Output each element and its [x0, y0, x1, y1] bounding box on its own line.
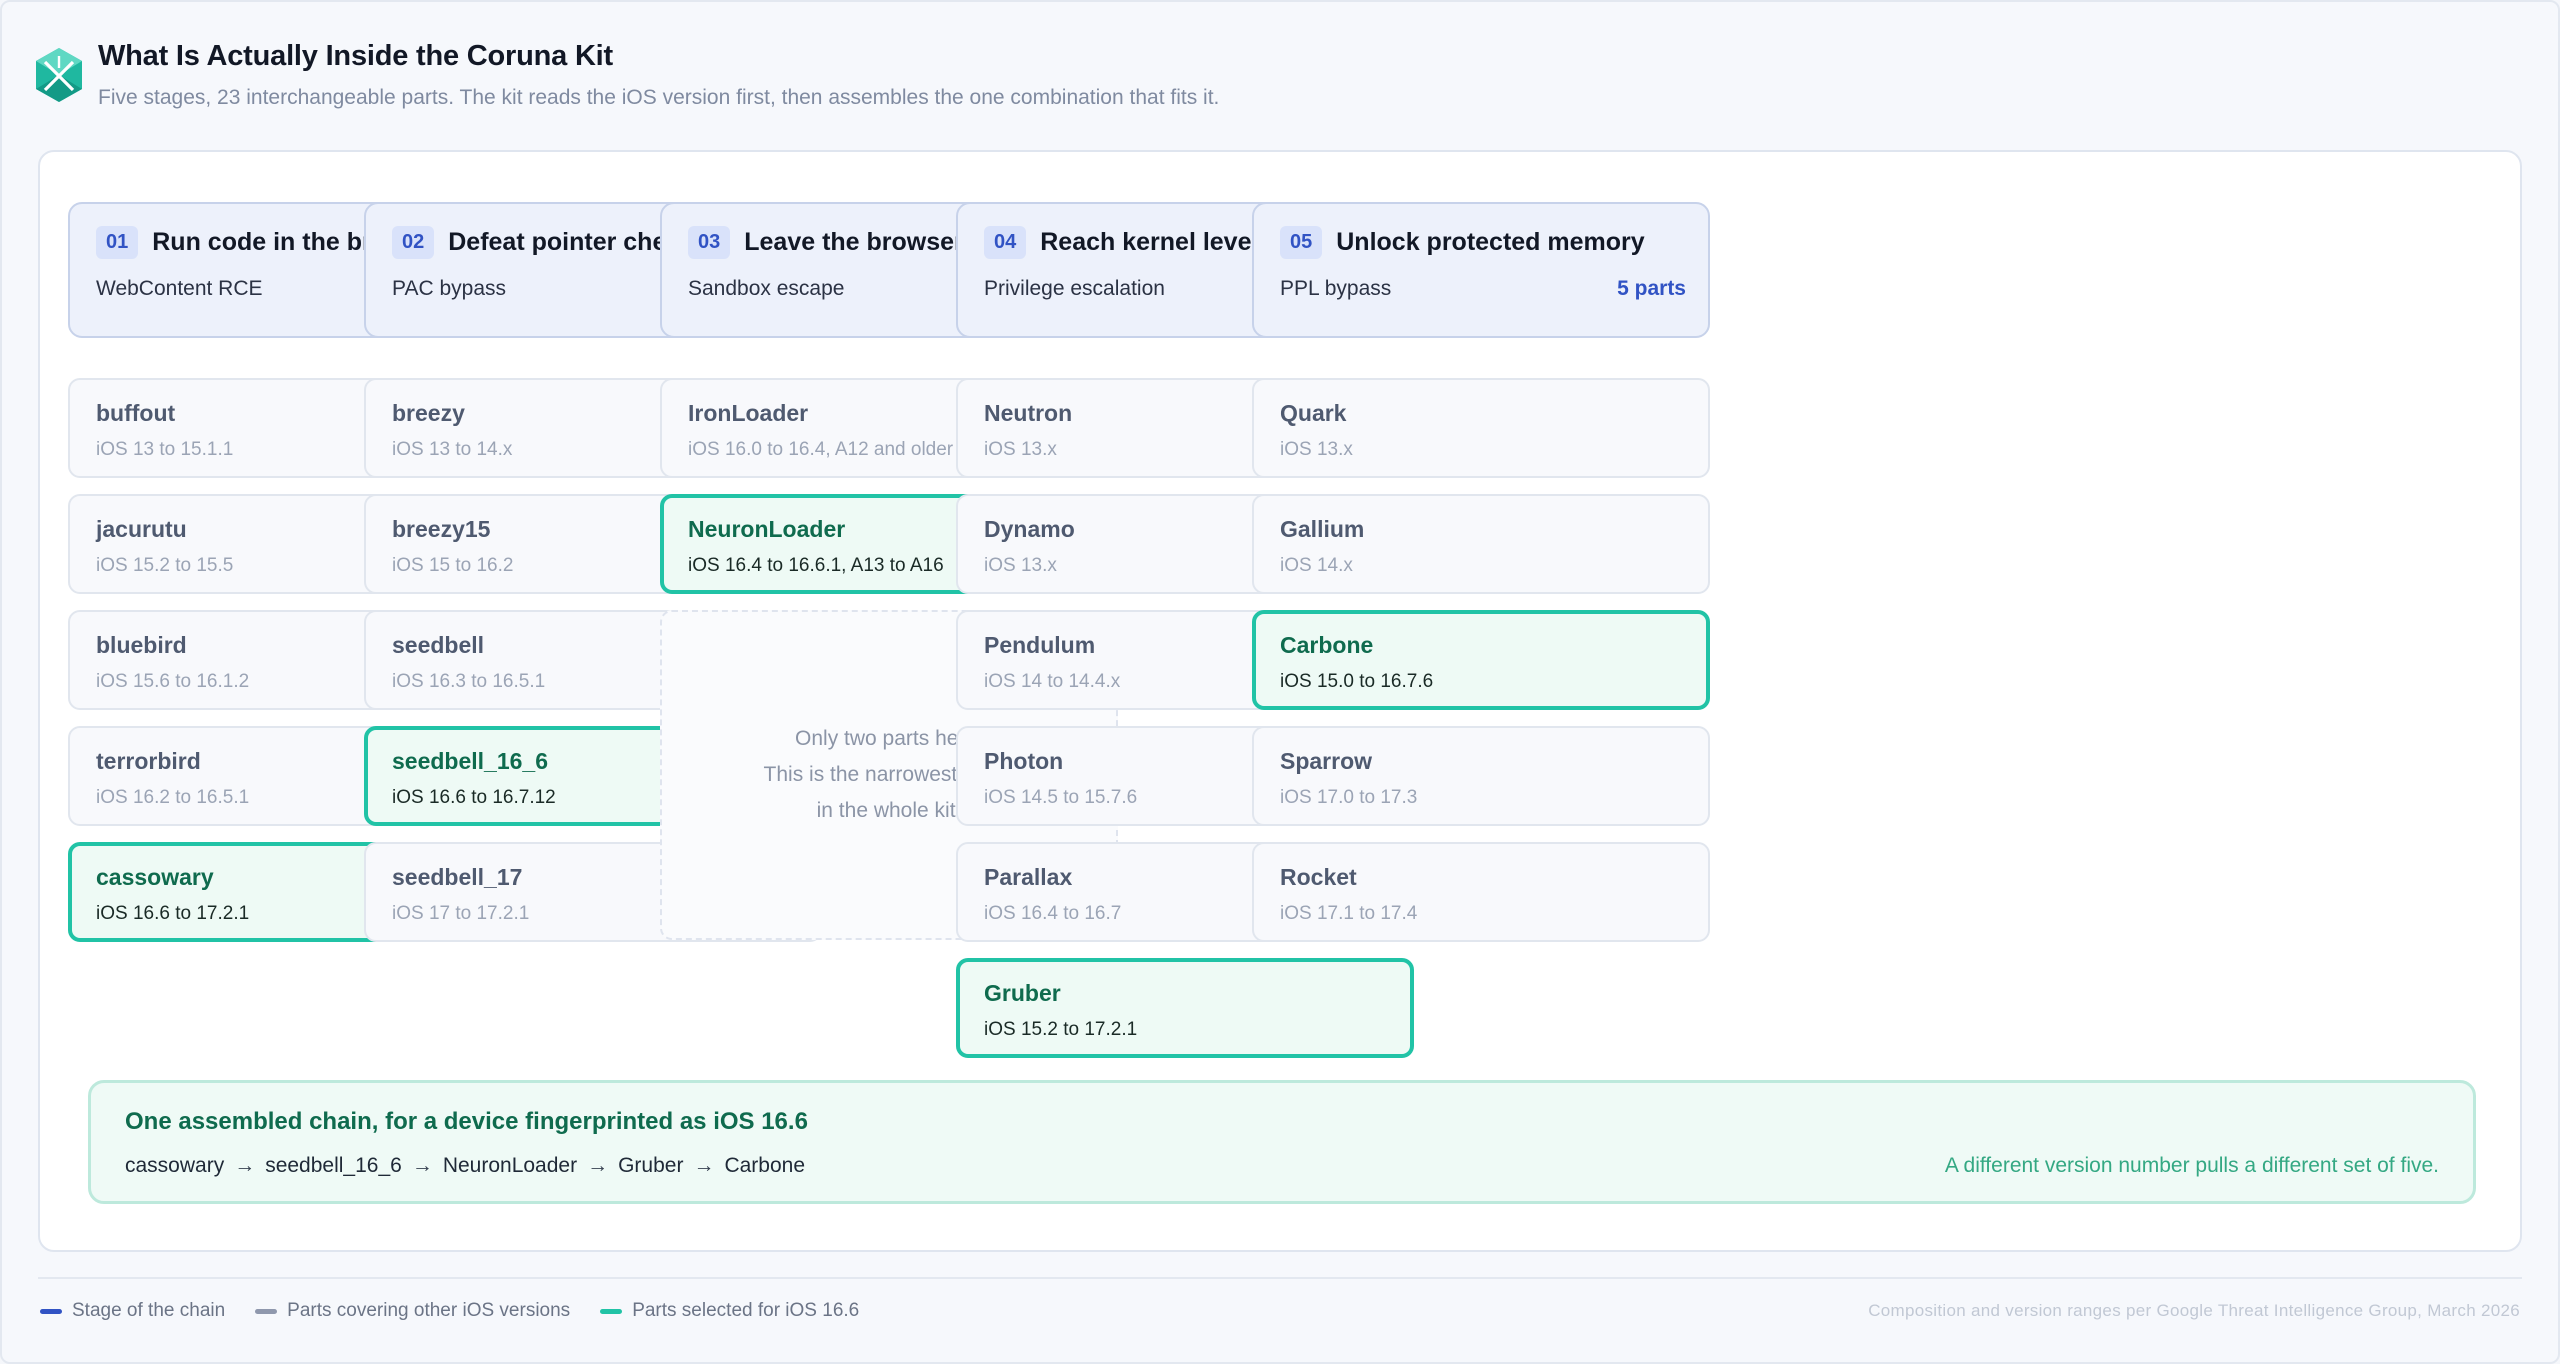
legend-item: Parts selected for iOS 16.6	[600, 1300, 859, 1322]
footer-divider	[38, 1277, 2522, 1279]
legend-label: Stage of the chain	[72, 1300, 226, 1321]
assembled-chain: One assembled chain, for a device finger…	[88, 1080, 2476, 1204]
legend-item: Stage of the chain	[40, 1300, 225, 1322]
chain-note: A different version number pulls a diffe…	[1944, 1154, 2439, 1177]
chain-arrow-icon: →	[234, 1154, 256, 1177]
stage-title: Unlock protected memory	[1336, 228, 1645, 256]
stage-number-badge: 04	[984, 226, 1027, 259]
part-version-range: iOS 17.1 to 17.4	[1280, 903, 1418, 924]
chain-step: Gruber	[618, 1154, 684, 1177]
part-name: Gallium	[1280, 516, 1365, 542]
part-card: Quark iOS 13.x	[1252, 378, 1710, 478]
chain-title: One assembled chain, for a device finger…	[125, 1108, 808, 1135]
stage-kind: Sandbox escape	[688, 277, 845, 300]
chain-arrow-icon: →	[693, 1154, 715, 1177]
stage-column-05: 05 Unlock protected memory PPL bypass 5 par…	[1252, 202, 1710, 942]
legend-swatch	[255, 1308, 278, 1314]
part-card-selected: Gruber iOS 15.2 to 17.2.1	[956, 958, 1414, 1058]
part-name: Quark	[1280, 400, 1347, 426]
stage-header: 05 Unlock protected memory PPL bypass 5 par…	[1252, 202, 1710, 338]
part-name: Gruber	[984, 980, 1061, 1006]
part-name: Carbone	[1280, 632, 1374, 658]
stage-title: Reach kernel level	[1040, 228, 1259, 256]
part-card: Gallium iOS 14.x	[1252, 494, 1710, 594]
part-name: Sparrow	[1280, 748, 1373, 774]
note-line: Only two parts here.	[795, 727, 983, 750]
page-subtitle: Five stages, 23 interchangeable parts. T…	[98, 86, 1220, 109]
stage-kind: Privilege escalation	[984, 277, 1165, 300]
chain-step: seedbell_16_6	[265, 1154, 402, 1177]
credit-note: Composition and version ranges per Googl…	[1868, 1301, 2520, 1320]
stage-kind: PAC bypass	[392, 277, 506, 300]
legend-label: Parts selected for iOS 16.6	[632, 1300, 860, 1321]
chain-step: Carbone	[724, 1154, 806, 1177]
stage-kind: PPL bypass	[1280, 277, 1392, 300]
stage-kind: WebContent RCE	[96, 277, 263, 300]
chain-arrow-icon: →	[411, 1154, 433, 1177]
kit-panel: 01Run code in the browserWebContent RCE5…	[38, 150, 2522, 1252]
legend-item: Parts covering other iOS versions	[255, 1300, 570, 1322]
chain-step: NeuronLoader	[442, 1154, 578, 1177]
stage-number-badge: 03	[688, 226, 731, 259]
part-version-range: iOS 14.x	[1280, 555, 1353, 576]
part-card: Rocket iOS 17.1 to 17.4	[1252, 842, 1710, 942]
stage-number-badge: 02	[392, 226, 435, 259]
chain-step: cassowary	[125, 1154, 225, 1177]
part-version-range: iOS 15.2 to 17.2.1	[984, 1019, 1138, 1040]
part-version-range: iOS 17.0 to 17.3	[1280, 787, 1418, 808]
legend-swatch	[40, 1308, 62, 1314]
header: What Is Actually Inside the Coruna Kit F…	[36, 40, 1219, 110]
legend-label: Parts covering other iOS versions	[287, 1300, 571, 1321]
part-version-range: iOS 13.x	[1280, 439, 1353, 460]
stage-number-badge: 01	[96, 226, 139, 259]
page-title: What Is Actually Inside the Coruna Kit	[98, 40, 613, 72]
note-line: in the whole kit.	[816, 799, 962, 822]
stage-title: Leave the browser	[744, 228, 964, 256]
coruna-logo-icon	[36, 48, 82, 102]
legend: Stage of the chain Parts covering other i…	[40, 1300, 889, 1322]
part-version-range: iOS 15.0 to 16.7.6	[1280, 671, 1434, 692]
part-card: Sparrow iOS 17.0 to 17.3	[1252, 726, 1710, 826]
stage-number-badge: 05	[1280, 226, 1323, 259]
chain-sequence: cassowary → seedbell_16_6 → NeuronLoader → Gru…	[125, 1154, 805, 1178]
part-card-selected: Carbone iOS 15.0 to 16.7.6	[1252, 610, 1710, 710]
part-name: Rocket	[1280, 864, 1357, 890]
chain-arrow-icon: →	[587, 1154, 609, 1177]
stage-part-count: 5 parts	[1617, 277, 1686, 300]
legend-swatch	[600, 1308, 623, 1314]
